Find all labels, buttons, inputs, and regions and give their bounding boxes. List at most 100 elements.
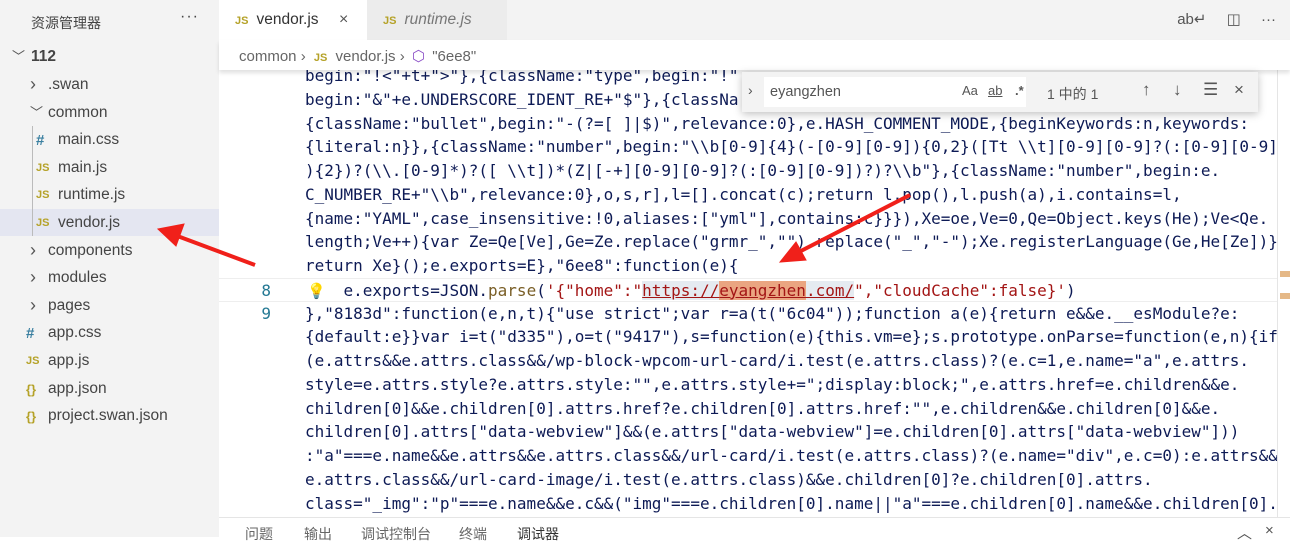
- css-file-icon: #: [36, 132, 45, 150]
- match-case-icon[interactable]: Aa: [962, 83, 978, 98]
- more-actions-icon[interactable]: ···: [1261, 11, 1276, 28]
- tree-item[interactable]: JS app.js: [0, 347, 219, 374]
- scrollbar-find-marker: [1280, 293, 1290, 299]
- chevron-right-icon: ›: [30, 267, 36, 288]
- tab-vendor-js[interactable]: JS vendor.js ×: [219, 0, 367, 40]
- code-text: {name:"YAML",case_insensitive:!0,aliases…: [305, 208, 1269, 228]
- tree-item[interactable]: › pages: [0, 292, 219, 319]
- js-file-icon: JS: [36, 189, 50, 202]
- tree-item-label: app.css: [48, 324, 102, 342]
- tab-label: runtime.js: [404, 11, 472, 28]
- code-line: 8 💡 e.exports=JSON.parse('{"home":"https:…: [219, 277, 1277, 302]
- tree-item-label: .swan: [48, 76, 89, 93]
- whole-word-icon[interactable]: ab: [988, 83, 1002, 98]
- more-actions-icon[interactable]: ···: [180, 8, 199, 26]
- tree-item-label: vendor.js: [58, 214, 121, 231]
- breadcrumb-symbol[interactable]: "6ee8": [432, 48, 476, 65]
- code-line: (e.attrs&&e.attrs.class&&/wp-block-wpcom…: [219, 349, 1277, 373]
- toggle-replace-icon[interactable]: ›: [748, 82, 753, 98]
- editor-scrollbar[interactable]: [1277, 67, 1290, 517]
- indent-guide: [32, 126, 33, 236]
- close-icon[interactable]: ×: [339, 0, 348, 40]
- close-find-icon[interactable]: ×: [1234, 80, 1244, 100]
- word-wrap-icon[interactable]: ab↵: [1177, 11, 1206, 28]
- tree-item[interactable]: ﹀ common: [0, 99, 219, 126]
- explorer-sidebar: 资源管理器 ··· ﹀ 112 › .swan ﹀ common # main.css JS…: [0, 0, 219, 537]
- breadcrumb-folder[interactable]: common: [239, 48, 297, 65]
- tree-item[interactable]: {} project.swan.json: [0, 402, 219, 429]
- tree-item-label: 112: [31, 48, 57, 65]
- code-text: {literal:n}},{className:"number",begin:"…: [305, 137, 1277, 157]
- chevron-down-icon: ﹀: [30, 104, 44, 120]
- regex-icon[interactable]: .*: [1015, 83, 1024, 98]
- breadcrumb: common › JS vendor.js › ⬡ "6ee8": [219, 40, 1290, 70]
- chevron-right-icon: ›: [399, 48, 409, 65]
- panel-tab-debug-console[interactable]: 调试控制台: [361, 524, 431, 544]
- code-text: children[0].attrs["data-webview"]&&(e.at…: [305, 422, 1240, 442]
- bottom-panel: 问题 输出 调试控制台 终端 调试器 ︿ ×: [219, 517, 1290, 542]
- tree-item[interactable]: › .swan: [0, 71, 219, 98]
- next-match-icon[interactable]: ↓: [1173, 80, 1182, 100]
- chevron-right-icon: ›: [30, 74, 36, 94]
- tree-item-label: modules: [48, 269, 107, 287]
- chevron-right-icon: ›: [30, 294, 36, 315]
- code-token: ): [1066, 280, 1076, 300]
- code-line: {default:e}}var i=t("d335"),o=t("9417"),…: [219, 325, 1277, 349]
- panel-tab-debugger[interactable]: 调试器: [517, 524, 559, 544]
- code-line: {name:"YAML",case_insensitive:!0,aliases…: [219, 207, 1277, 231]
- tree-item-label: runtime.js: [58, 186, 126, 204]
- code-line: class="_img":"p"===e.name&&e.c&&("img"==…: [219, 492, 1277, 516]
- code-token: (: [536, 280, 546, 300]
- code-line: length;Ve++){var Ze=Qe[Ve],Ge=Ze.replace…: [219, 230, 1277, 254]
- find-widget: › Aa ab .* 1 中的 1 ↑ ↓ ☰ ×: [742, 72, 1258, 112]
- code-line: children[0]&&e.children[0].attrs.href?e.…: [219, 397, 1277, 421]
- url-link[interactable]: https://: [642, 280, 720, 300]
- tree-item-label: app.json: [48, 379, 107, 397]
- split-editor-icon[interactable]: ◫: [1227, 11, 1241, 28]
- tree-item[interactable]: # app.css: [0, 319, 219, 346]
- find-in-selection-icon[interactable]: ☰: [1203, 80, 1218, 100]
- tree-item-label: pages: [48, 296, 91, 314]
- panel-tab-output[interactable]: 输出: [304, 524, 332, 544]
- code-line: :"a"===e.name&&e.attrs&&e.attrs.class&&/…: [219, 444, 1277, 468]
- js-file-icon: JS: [235, 15, 249, 27]
- js-file-icon: JS: [36, 161, 50, 174]
- find-match-highlight[interactable]: eyangzhen: [719, 280, 806, 300]
- code-text: C_NUMBER_RE+"\\b",relevance:0},o,s,r],l=…: [305, 184, 1182, 204]
- breadcrumb-file[interactable]: vendor.js: [336, 48, 396, 65]
- code-text: class="_img":"p"===e.name&&e.c&&("img"==…: [305, 493, 1277, 513]
- tree-item-label: app.js: [48, 352, 90, 369]
- tree-item-label: project.swan.json: [48, 407, 168, 425]
- maximize-panel-icon[interactable]: ︿: [1237, 522, 1252, 543]
- chevron-down-icon: ﹀: [12, 49, 26, 64]
- code-text: },"8183d":function(e,n,t){"use strict";v…: [305, 303, 1240, 323]
- editor-tabbar: JS vendor.js × JS runtime.js ab↵ ◫ ···: [219, 0, 1290, 40]
- panel-tab-terminal[interactable]: 终端: [459, 524, 487, 544]
- close-panel-icon[interactable]: ×: [1265, 522, 1274, 539]
- code-text: :"a"===e.name&&e.attrs&&e.attrs.class&&/…: [305, 446, 1277, 465]
- url-link[interactable]: .com/: [805, 280, 855, 300]
- tree-item-label: main.js: [58, 158, 108, 176]
- code-editor[interactable]: begin:"!<"+t+">"},{className:"type",begi…: [219, 67, 1277, 517]
- previous-match-icon[interactable]: ↑: [1142, 80, 1151, 100]
- match-count: 1 中的 1: [1047, 86, 1099, 102]
- tab-runtime-js[interactable]: JS runtime.js: [367, 0, 507, 40]
- tab-label: vendor.js: [256, 11, 319, 28]
- code-text: (e.attrs&&e.attrs.class&&/wp-block-wpcom…: [305, 351, 1250, 370]
- tree-root-folder[interactable]: ﹀ 112: [0, 43, 219, 70]
- module-symbol-icon: ⬡: [411, 48, 426, 65]
- tree-item[interactable]: {} app.json: [0, 375, 219, 402]
- code-token: ","cloudCache":false}': [854, 280, 1067, 300]
- json-file-icon: {}: [26, 409, 37, 425]
- find-input[interactable]: [764, 77, 1026, 107]
- code-text: {default:e}}var i=t("d335"),o=t("9417"),…: [305, 327, 1277, 347]
- tree-item[interactable]: › modules: [0, 264, 219, 291]
- code-text: e.attrs.class&&/url-card-image/i.test(e.…: [305, 469, 1153, 489]
- panel-tab-problems[interactable]: 问题: [245, 524, 273, 544]
- code-text: return Xe}();e.exports=E},"6ee8":functio…: [305, 256, 739, 275]
- code-text: begin:"!<"+t+">"},{className:"type",begi…: [305, 67, 739, 85]
- code-text: ){2})?(\\.[0-9]*)?([ \\t])*(Z|[-+][0-9][…: [305, 161, 1221, 180]
- tree-item[interactable]: › components: [0, 237, 219, 264]
- code-text: children[0]&&e.children[0].attrs.href?e.…: [305, 398, 1221, 418]
- scrollbar-find-marker: [1280, 271, 1290, 277]
